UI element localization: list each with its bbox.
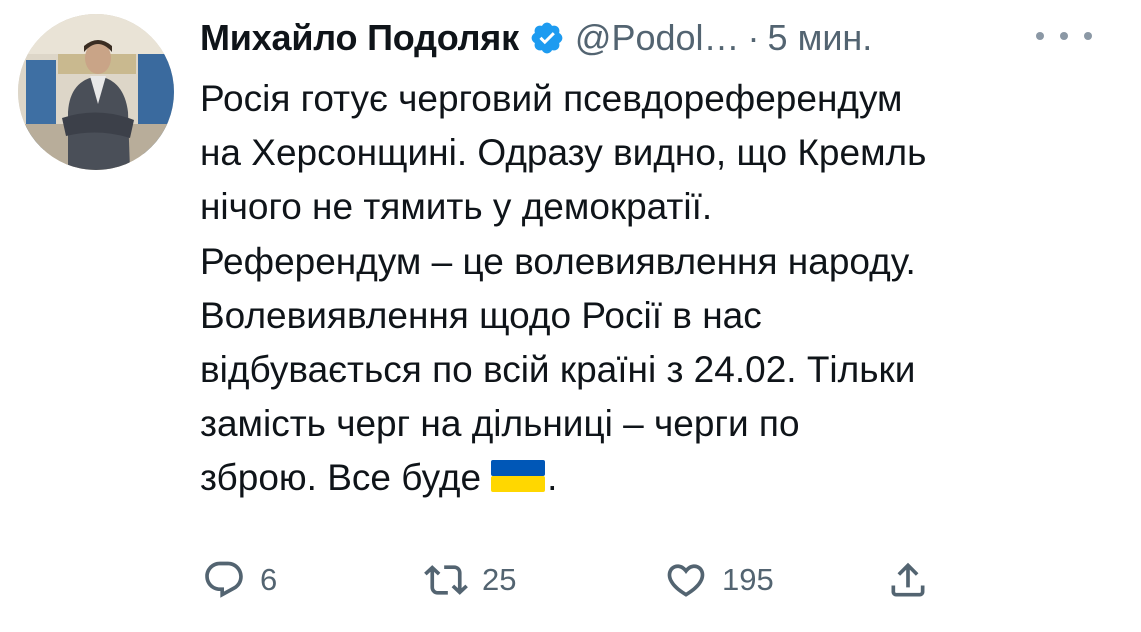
- like-button[interactable]: 195: [664, 552, 774, 608]
- author-name[interactable]: Михайло Подоляк: [200, 12, 519, 64]
- tweet-text: Росія готує черговий псевдореферендум на…: [200, 72, 1120, 510]
- tweet-text-line: нічого не тямить у демократії.: [200, 186, 713, 228]
- tweet-text-line: зброю. Все буде: [200, 457, 482, 499]
- tweet-text-line: Волевиявлення щодо Росії в нас: [200, 294, 762, 336]
- tweet-text-line: замість черг на дільниці – черги по: [200, 403, 800, 445]
- more-dot: [1036, 32, 1044, 40]
- tweet-text-line: відбувається по всій країні з 24.02. Тіл…: [200, 349, 916, 391]
- tweet-text-line: Росія готує черговий псевдореферендум: [200, 78, 903, 119]
- retweet-count: 25: [482, 562, 517, 597]
- retweet-button[interactable]: 25: [424, 552, 516, 608]
- ukraine-flag-emoji: [491, 455, 546, 509]
- heart-icon: [667, 564, 705, 597]
- avatar[interactable]: [18, 14, 174, 170]
- like-count: 195: [722, 562, 774, 597]
- more-options-icon[interactable]: [1036, 20, 1092, 52]
- header-separator: ·: [747, 17, 760, 58]
- reply-button[interactable]: 6: [202, 552, 277, 608]
- reply-icon: [205, 561, 243, 598]
- tweet-text-line: на Херсонщині. Одразу видно, що Кремль: [200, 132, 927, 174]
- tweet-text-line: Референдум – це волевиявлення народу.: [200, 240, 916, 282]
- more-dot: [1084, 32, 1092, 40]
- tweet[interactable]: Михайло Подоляк @Podol… · 5 мин. Росія г…: [0, 0, 1141, 632]
- verified-badge-icon: [529, 20, 565, 56]
- author-handle[interactable]: @Podol…: [575, 12, 740, 64]
- tweet-actions: 6 25 195: [200, 552, 960, 608]
- retweet-icon: [424, 565, 468, 595]
- tweet-timestamp[interactable]: 5 мин.: [768, 12, 873, 64]
- share-icon: [891, 562, 925, 597]
- reply-count: 6: [260, 562, 278, 597]
- tweet-text-period: .: [547, 457, 558, 499]
- tweet-header: Михайло Подоляк @Podol… · 5 мин.: [200, 12, 872, 64]
- more-dot: [1060, 32, 1068, 40]
- tweet-text-last-line: зброю. Все буде.: [200, 451, 1120, 509]
- share-button[interactable]: [886, 552, 930, 608]
- avatar-photo: [18, 14, 174, 170]
